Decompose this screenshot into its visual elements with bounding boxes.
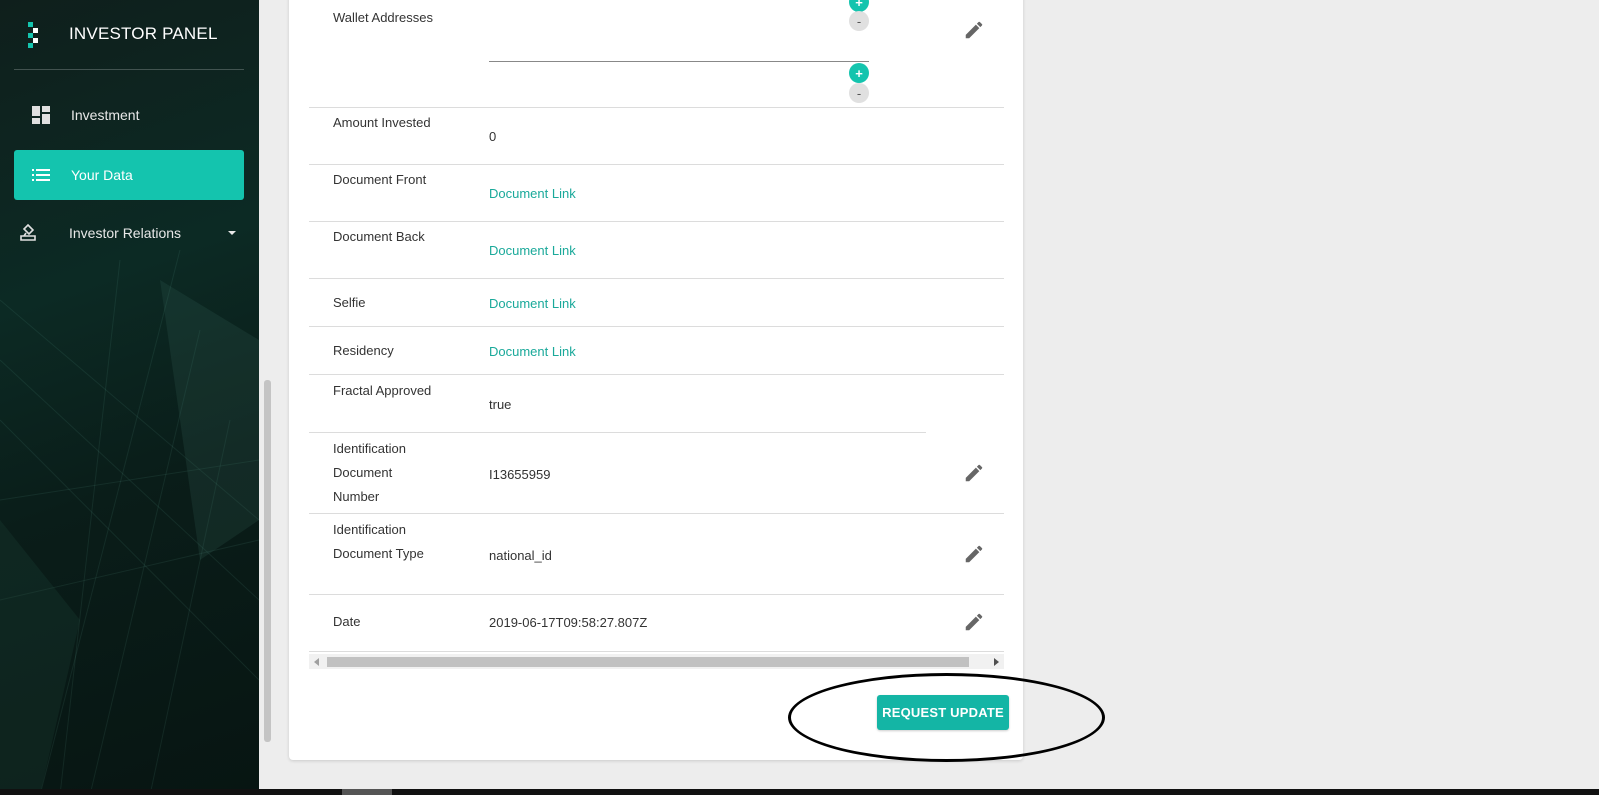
- edit-icon[interactable]: [963, 19, 985, 41]
- document-front-link[interactable]: Document Link: [489, 186, 576, 201]
- table-row: Identification Document Type national_id: [309, 514, 1004, 595]
- table-row: Date 2019-06-17T09:58:27.807Z: [309, 595, 1004, 652]
- brand-logo-icon: [28, 22, 38, 48]
- row-label: Identification Document Type: [333, 522, 424, 561]
- table-horizontal-scrollbar[interactable]: [309, 654, 1004, 669]
- row-value: true: [489, 397, 512, 412]
- scrollbar-thumb[interactable]: [327, 657, 969, 667]
- sidebar-item-investor-relations[interactable]: Investor Relations: [0, 208, 244, 258]
- row-value: 2019-06-17T09:58:27.807Z: [489, 615, 648, 630]
- row-label: Amount Invested: [333, 115, 431, 130]
- edit-icon[interactable]: [963, 462, 985, 484]
- table-row: Residency Document Link: [309, 327, 1004, 375]
- edit-icon[interactable]: [963, 611, 985, 633]
- remove-wallet-button[interactable]: -: [849, 11, 869, 31]
- row-label: Document Back: [333, 229, 425, 244]
- row-label: Fractal Approved: [333, 383, 432, 398]
- brand: INVESTOR PANEL: [0, 0, 259, 70]
- table-row: Document Front Document Link: [309, 165, 1004, 222]
- row-value: national_id: [489, 548, 552, 563]
- row-label: Residency: [333, 343, 394, 358]
- table-row: Identification Document Number I13655959: [309, 433, 1004, 514]
- brand-title: INVESTOR PANEL: [69, 24, 218, 43]
- row-label: Identification Document Number: [333, 441, 406, 504]
- request-update-button[interactable]: REQUEST UPDATE: [877, 695, 1009, 730]
- brand-divider: [14, 69, 244, 70]
- table-row: Fractal Approved true: [309, 375, 926, 433]
- row-label: Document Front: [333, 172, 427, 187]
- document-back-link[interactable]: Document Link: [489, 243, 576, 258]
- sidebar-item-label: Investor Relations: [69, 225, 182, 241]
- table-row: Amount Invested 0: [309, 108, 1004, 165]
- row-value: I13655959: [489, 467, 551, 482]
- chevron-down-icon: [228, 231, 236, 235]
- dashboard-icon: [31, 105, 51, 125]
- bottom-bar-segment: [342, 789, 392, 795]
- scroll-left-icon[interactable]: [314, 658, 319, 666]
- table-row: Selfie Document Link: [309, 279, 1004, 327]
- residency-link[interactable]: Document Link: [489, 344, 576, 359]
- wallet-address-input[interactable]: [489, 61, 869, 62]
- table-row: Wallet Addresses: [309, 0, 1004, 108]
- sidebar-item-label: Investment: [71, 107, 140, 123]
- bottom-bar: [0, 789, 1599, 795]
- sidebar-item-your-data[interactable]: Your Data: [14, 150, 244, 200]
- row-label: Selfie: [333, 295, 366, 310]
- main-scrollbar[interactable]: [264, 380, 271, 742]
- remove-wallet-button[interactable]: -: [849, 83, 869, 103]
- selfie-link[interactable]: Document Link: [489, 296, 576, 311]
- add-wallet-button[interactable]: +: [849, 63, 869, 83]
- edit-icon[interactable]: [963, 543, 985, 565]
- row-value: 0: [489, 129, 497, 144]
- stamp-icon: [18, 223, 38, 243]
- row-label: Date: [333, 614, 361, 629]
- list-icon: [31, 165, 51, 185]
- table-row: Document Back Document Link: [309, 222, 1004, 279]
- sidebar-item-investment[interactable]: Investment: [14, 90, 244, 140]
- sidebar-item-label: Your Data: [71, 167, 133, 183]
- sidebar: INVESTOR PANEL Investment Your Data Inve…: [0, 0, 259, 795]
- scroll-right-icon[interactable]: [994, 658, 999, 666]
- row-label: Wallet Addresses: [333, 10, 433, 25]
